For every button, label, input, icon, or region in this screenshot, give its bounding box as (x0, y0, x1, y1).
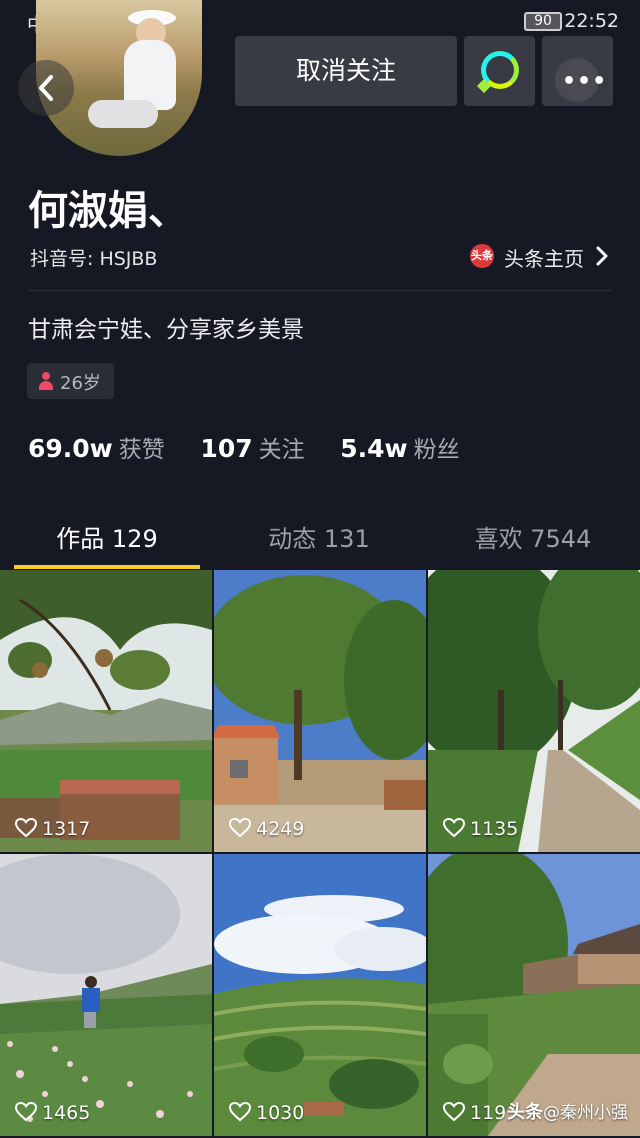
heart-icon (14, 817, 38, 838)
divider (28, 290, 612, 291)
profile-name: 何淑娟、 (28, 188, 188, 234)
video-like-count: 1465 (14, 1101, 90, 1124)
more-dots-icon: ••• (562, 69, 608, 94)
video-like-count: 119 (442, 1101, 506, 1124)
video-like-count: 1317 (14, 817, 90, 840)
content-tabs: 作品 129 动态 131 喜欢 7544 (0, 505, 640, 569)
video-thumbnail[interactable]: 1465 (0, 854, 212, 1136)
tab-works[interactable]: 作品 129 (14, 519, 200, 554)
unfollow-button[interactable]: 取消关注 (235, 36, 457, 106)
heart-icon (228, 817, 252, 838)
profile-stats: 69.0w 获赞 107 关注 5.4w 粉丝 (28, 430, 488, 466)
video-like-count: 4249 (228, 817, 304, 840)
video-like-count: 1030 (228, 1101, 304, 1124)
female-user-icon (39, 372, 53, 390)
chevron-right-icon (596, 243, 608, 272)
video-like-count: 1135 (442, 817, 518, 840)
age-text: 26岁 (60, 373, 101, 394)
profile-bio: 甘肃会宁娃、分享家乡美景 (28, 317, 304, 343)
video-thumbnail[interactable]: 1317 (0, 570, 212, 852)
video-thumbnail[interactable]: 1135 (428, 570, 640, 852)
douyin-id: 抖音号: HSJBB (30, 248, 158, 270)
heart-icon (14, 1101, 38, 1122)
video-thumbnail[interactable]: 1030 (214, 854, 426, 1136)
video-thumbnail[interactable]: 4249 (214, 570, 426, 852)
stat-followers[interactable]: 5.4w 粉丝 (340, 430, 459, 464)
message-button[interactable] (464, 36, 535, 106)
toutiao-logo-icon: 头条 (470, 244, 494, 268)
heart-icon (228, 1101, 252, 1122)
watermark-handle: @秦州小强 (543, 1103, 628, 1123)
battery-indicator: 90 (524, 12, 562, 31)
back-button[interactable] (18, 60, 74, 116)
tab-posts[interactable]: 动态 131 (226, 519, 412, 554)
age-badge: 26岁 (27, 363, 114, 399)
active-tab-indicator (14, 565, 200, 569)
watermark: 头条@秦州小强 (507, 1098, 628, 1124)
watermark-brand: 头条 (507, 1102, 543, 1123)
stat-following[interactable]: 107 关注 (200, 430, 304, 464)
clock: 22:52 (564, 10, 619, 32)
chevron-left-icon (39, 75, 53, 101)
heart-icon (442, 1101, 466, 1122)
tab-likes[interactable]: 喜欢 7544 (440, 519, 626, 554)
stat-likes: 69.0w 获赞 (28, 434, 165, 463)
more-button[interactable]: ••• (542, 36, 613, 106)
heart-icon (442, 817, 466, 838)
video-grid: 1317 4249 1135 1465 1030 119 头条@秦州小强 (0, 570, 640, 1138)
video-thumbnail[interactable]: 119 头条@秦州小强 (428, 854, 640, 1136)
toutiao-link-label: 头条主页 (504, 247, 584, 271)
